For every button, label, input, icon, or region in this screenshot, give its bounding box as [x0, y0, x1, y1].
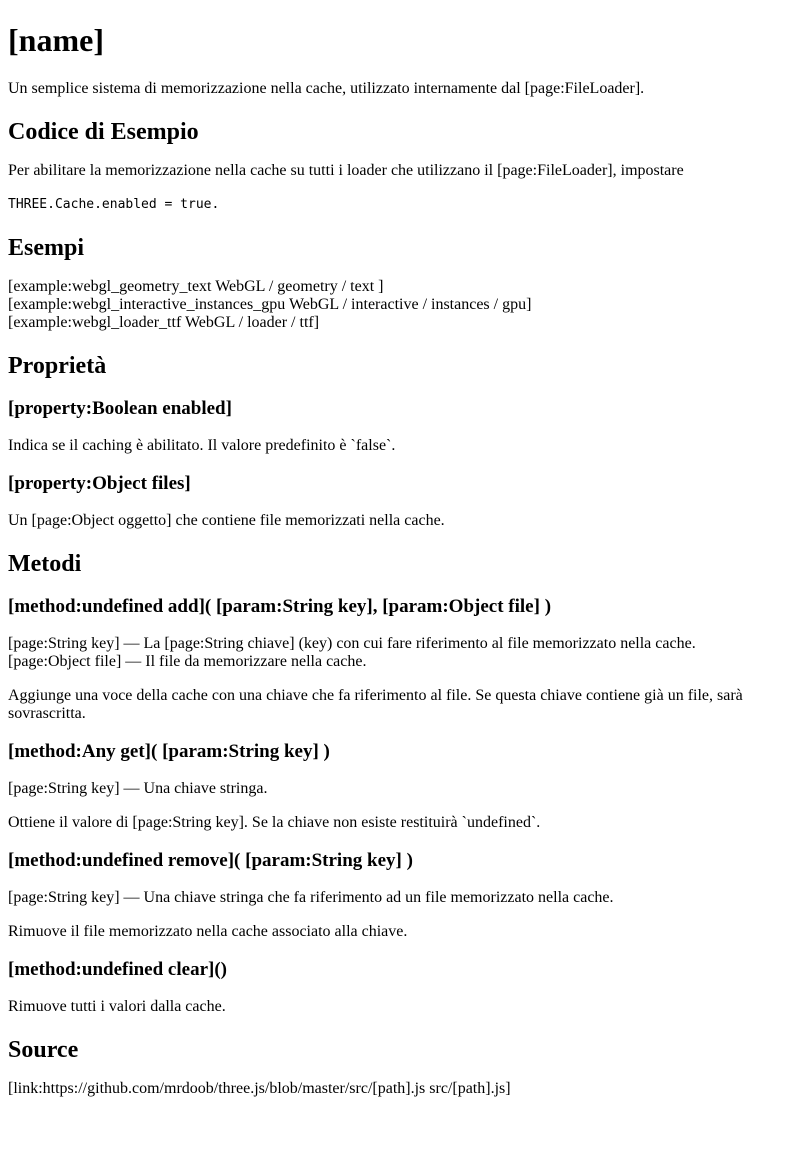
method-remove-param-key: [page:String key] — Una chiave stringa c…	[8, 889, 614, 906]
property-files-description: Un [page:Object oggetto] che contiene fi…	[8, 512, 445, 529]
method-clear-description: Rimuove tutti i valori dalla cache.	[8, 998, 226, 1015]
example-item: [example:webgl_interactive_instances_gpu…	[8, 296, 532, 313]
code-example-heading: Codice di Esempio	[8, 119, 199, 145]
method-add-params: [page:String key] — La [page:String chia…	[8, 635, 792, 671]
method-get-param-key: [page:String key] — Una chiave stringa.	[8, 780, 268, 797]
method-get-signature: [method:Any get]( [param:String key] )	[8, 741, 330, 762]
source-heading: Source	[8, 1037, 79, 1063]
intro-text: Un semplice sistema di memorizzazione ne…	[8, 80, 645, 97]
method-add-param-file: [page:Object file] — Il file da memorizz…	[8, 653, 367, 670]
doc-page: [name] Un semplice sistema di memorizzaz…	[0, 22, 800, 1098]
method-add-param-key: [page:String key] — La [page:String chia…	[8, 635, 696, 652]
code-example-text: Per abilitare la memorizzazione nella ca…	[8, 162, 684, 179]
property-enabled-description: Indica se il caching è abilitato. Il val…	[8, 437, 396, 454]
property-files-name: [property:Object files]	[8, 473, 191, 494]
methods-heading: Metodi	[8, 551, 82, 577]
example-item: [example:webgl_geometry_text WebGL / geo…	[8, 278, 384, 295]
source-link: [link:https://github.com/mrdoob/three.js…	[8, 1080, 511, 1097]
method-get-description: Ottiene il valore di [page:String key]. …	[8, 814, 541, 831]
method-remove-signature: [method:undefined remove]( [param:String…	[8, 850, 413, 871]
code-snippet: THREE.Cache.enabled = true.	[8, 197, 220, 212]
method-add-signature: [method:undefined add]( [param:String ke…	[8, 596, 552, 617]
example-item: [example:webgl_loader_ttf WebGL / loader…	[8, 314, 320, 331]
method-add-description: Aggiunge una voce della cache con una ch…	[8, 687, 743, 722]
page-title: [name]	[8, 22, 104, 58]
properties-heading: Proprietà	[8, 353, 107, 379]
examples-list: [example:webgl_geometry_text WebGL / geo…	[8, 278, 792, 332]
property-enabled-name: [property:Boolean enabled]	[8, 398, 232, 419]
method-remove-description: Rimuove il file memorizzato nella cache …	[8, 923, 408, 940]
method-clear-signature: [method:undefined clear]()	[8, 959, 227, 980]
examples-heading: Esempi	[8, 235, 85, 261]
